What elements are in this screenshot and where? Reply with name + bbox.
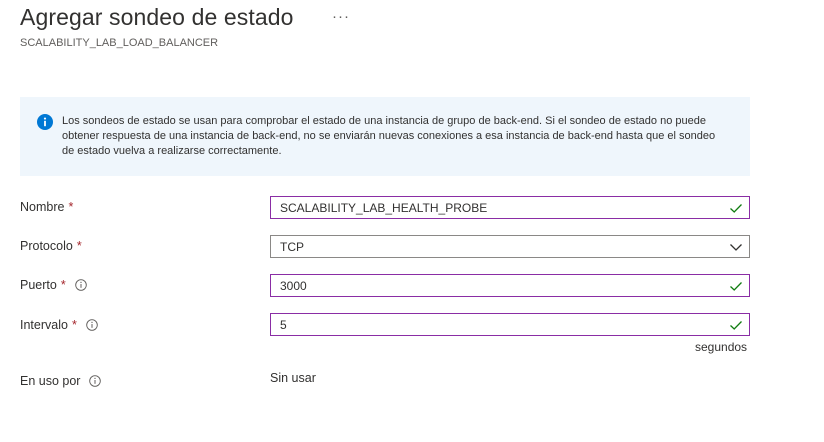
required-marker: *: [68, 200, 74, 214]
used-by-label: En uso por: [20, 374, 102, 388]
interval-input-value: 5: [280, 317, 287, 332]
interval-label-text: Intervalo: [20, 318, 68, 332]
check-icon: [730, 203, 742, 213]
info-icon: [37, 114, 53, 130]
more-options-button[interactable]: ···: [332, 8, 350, 25]
port-label: Puerto *: [20, 278, 87, 292]
protocol-select-value: TCP: [280, 239, 304, 254]
port-label-text: Puerto: [20, 278, 57, 292]
port-input[interactable]: 3000: [270, 274, 750, 297]
info-tooltip-icon[interactable]: [74, 279, 87, 291]
protocol-label-text: Protocolo: [20, 239, 73, 253]
info-tooltip-icon[interactable]: [86, 319, 98, 331]
page-title: Agregar sondeo de estado: [20, 4, 294, 30]
name-label: Nombre *: [20, 200, 73, 214]
interval-units: segundos: [695, 340, 748, 354]
used-by-label-text: En uso por: [20, 374, 81, 388]
name-input-value: SCALABILITY_LAB_HEALTH_PROBE: [280, 200, 488, 215]
info-banner: Los sondeos de estado se usan para compr…: [20, 97, 750, 176]
used-by-value: Sin usar: [270, 371, 316, 385]
port-input-value: 3000: [280, 278, 307, 293]
info-tooltip-icon[interactable]: [89, 375, 102, 387]
protocol-label: Protocolo *: [20, 239, 82, 253]
interval-input[interactable]: 5: [270, 313, 750, 336]
required-marker: *: [76, 239, 82, 253]
page-subtitle: SCALABILITY_LAB_LOAD_BALANCER: [20, 37, 219, 49]
check-icon: [730, 281, 742, 291]
chevron-down-icon: [730, 243, 742, 251]
required-marker: *: [71, 318, 77, 332]
required-marker: *: [60, 278, 66, 292]
name-input[interactable]: SCALABILITY_LAB_HEALTH_PROBE: [270, 196, 750, 219]
protocol-select[interactable]: TCP: [270, 235, 750, 258]
interval-label: Intervalo *: [20, 318, 98, 332]
check-icon: [730, 320, 742, 330]
info-text: Los sondeos de estado se usan para compr…: [62, 115, 716, 157]
name-label-text: Nombre: [20, 200, 65, 214]
